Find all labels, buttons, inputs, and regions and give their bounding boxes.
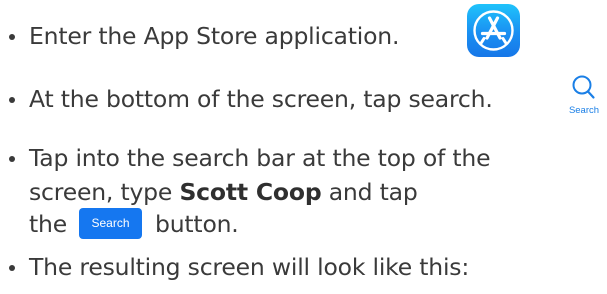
step-text-line-1: Tap into the search bar at the top of th… <box>29 144 491 172</box>
step-text-fragment: and tap <box>321 178 418 206</box>
step-text-fragment: screen, type <box>29 178 180 206</box>
step-text: Enter the App Store application. <box>29 22 400 50</box>
step-text-line-3-end: button. <box>155 210 239 238</box>
step-text-line-2: screen, type Scott Coop and tap <box>29 177 418 207</box>
app-store-icon <box>467 4 520 57</box>
step-text: At the bottom of the screen, tap search. <box>29 85 493 113</box>
search-button-image: Search <box>79 208 142 239</box>
bullet <box>9 34 15 40</box>
bullet <box>9 97 15 103</box>
step-text-line-3-start: the <box>29 210 67 238</box>
search-term: Scott Coop <box>179 178 322 206</box>
bullet <box>9 156 15 162</box>
bullet <box>9 265 15 271</box>
app-store-glyph-icon <box>473 10 514 51</box>
search-tab-label: Search <box>568 105 600 116</box>
step-text: The resulting screen will look like this… <box>29 253 470 281</box>
magnifier-icon <box>572 75 595 99</box>
search-tab-icon: Search <box>567 74 601 120</box>
